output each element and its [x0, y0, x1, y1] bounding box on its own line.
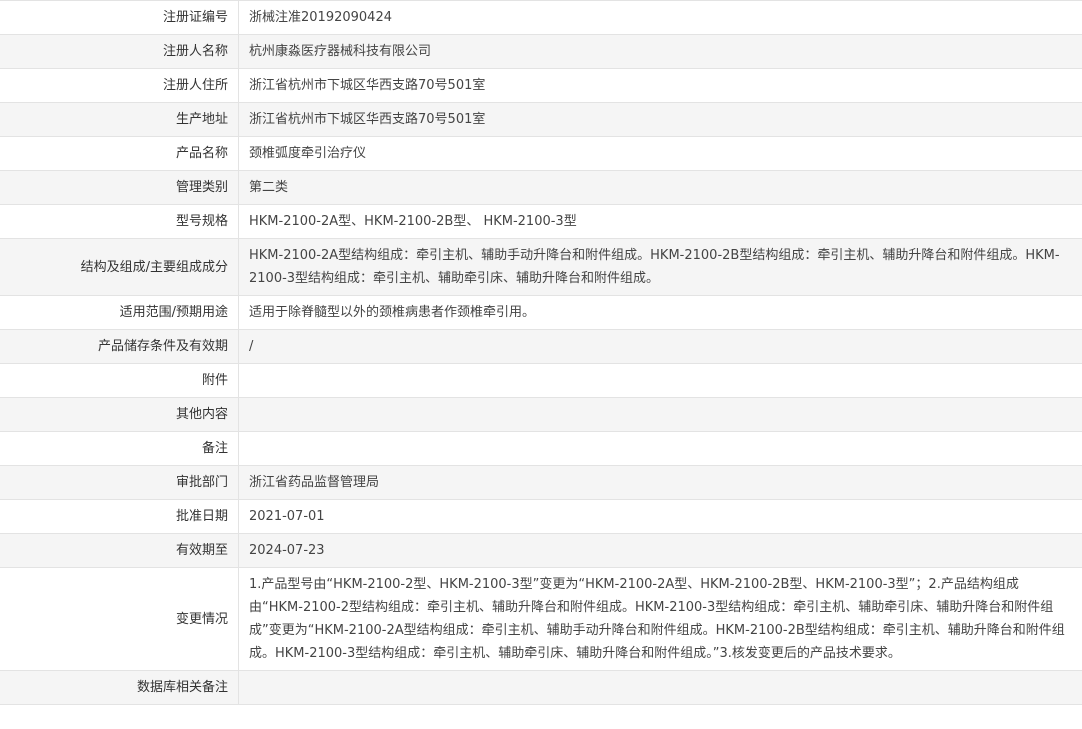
row-label: 管理类别: [0, 170, 239, 205]
row-label: 产品名称: [0, 136, 239, 171]
row-label: 型号规格: [0, 204, 239, 239]
table-row: 变更情况 1.产品型号由“HKM-2100-2型、HKM-2100-3型”变更为…: [0, 567, 1082, 671]
row-value: [238, 363, 1082, 398]
row-value: 1.产品型号由“HKM-2100-2型、HKM-2100-3型”变更为“HKM-…: [238, 567, 1082, 671]
row-label: 批准日期: [0, 499, 239, 534]
table-row: 其他内容: [0, 397, 1082, 432]
row-value: HKM-2100-2A型、HKM-2100-2B型、 HKM-2100-3型: [238, 204, 1082, 239]
row-value: /: [238, 329, 1082, 364]
table-row: 适用范围/预期用途 适用于除脊髓型以外的颈椎病患者作颈椎牵引用。: [0, 295, 1082, 330]
table-row: 批准日期 2021-07-01: [0, 499, 1082, 534]
row-value: 颈椎弧度牵引治疗仪: [238, 136, 1082, 171]
row-label: 变更情况: [0, 567, 239, 671]
row-value: 适用于除脊髓型以外的颈椎病患者作颈椎牵引用。: [238, 295, 1082, 330]
row-label: 有效期至: [0, 533, 239, 568]
row-label: 产品储存条件及有效期: [0, 329, 239, 364]
row-value: HKM-2100-2A型结构组成：牵引主机、辅助手动升降台和附件组成。HKM-2…: [238, 238, 1082, 296]
table-row: 型号规格 HKM-2100-2A型、HKM-2100-2B型、 HKM-2100…: [0, 204, 1082, 239]
row-value: [238, 431, 1082, 466]
table-row: 数据库相关备注: [0, 670, 1082, 705]
table-row: 有效期至 2024-07-23: [0, 533, 1082, 568]
table-row: 审批部门 浙江省药品监督管理局: [0, 465, 1082, 500]
row-label: 注册人住所: [0, 68, 239, 103]
table-row: 结构及组成/主要组成成分 HKM-2100-2A型结构组成：牵引主机、辅助手动升…: [0, 238, 1082, 296]
table-row: 管理类别 第二类: [0, 170, 1082, 205]
row-value: 第二类: [238, 170, 1082, 205]
row-value: 杭州康淼医疗器械科技有限公司: [238, 34, 1082, 69]
row-label: 附件: [0, 363, 239, 398]
row-value: 浙江省杭州市下城区华西支路70号501室: [238, 102, 1082, 137]
row-label: 适用范围/预期用途: [0, 295, 239, 330]
table-row: 注册人住所 浙江省杭州市下城区华西支路70号501室: [0, 68, 1082, 103]
row-value: 浙江省杭州市下城区华西支路70号501室: [238, 68, 1082, 103]
table-row: 产品名称 颈椎弧度牵引治疗仪: [0, 136, 1082, 171]
row-value: [238, 397, 1082, 432]
row-value: 2024-07-23: [238, 533, 1082, 568]
row-value: [238, 670, 1082, 705]
row-label: 注册证编号: [0, 0, 239, 35]
registration-info-table: 注册证编号 浙械注准20192090424 注册人名称 杭州康淼医疗器械科技有限…: [0, 0, 1082, 705]
table-row: 生产地址 浙江省杭州市下城区华西支路70号501室: [0, 102, 1082, 137]
row-label: 数据库相关备注: [0, 670, 239, 705]
row-value: 浙械注准20192090424: [238, 0, 1082, 35]
row-label: 备注: [0, 431, 239, 466]
table-row: 注册人名称 杭州康淼医疗器械科技有限公司: [0, 34, 1082, 69]
table-row: 产品储存条件及有效期 /: [0, 329, 1082, 364]
row-value: 2021-07-01: [238, 499, 1082, 534]
row-label: 其他内容: [0, 397, 239, 432]
row-value: 浙江省药品监督管理局: [238, 465, 1082, 500]
row-label: 审批部门: [0, 465, 239, 500]
table-row: 附件: [0, 363, 1082, 398]
table-row: 注册证编号 浙械注准20192090424: [0, 0, 1082, 35]
row-label: 结构及组成/主要组成成分: [0, 238, 239, 296]
table-row: 备注: [0, 431, 1082, 466]
row-label: 注册人名称: [0, 34, 239, 69]
row-label: 生产地址: [0, 102, 239, 137]
